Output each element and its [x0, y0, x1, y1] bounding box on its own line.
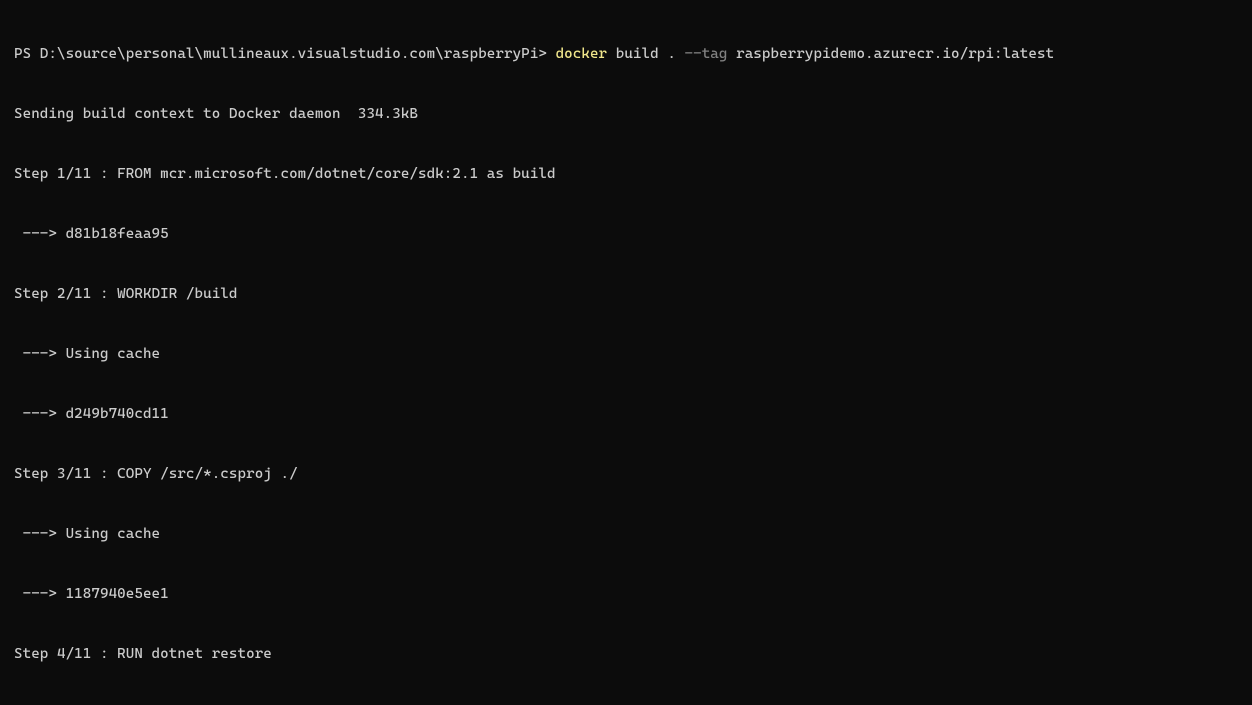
output-line: ---> d249b740cd11: [14, 404, 1252, 424]
cmd-tag-flag: --tag: [685, 46, 728, 62]
cmd-build-args: build .: [607, 46, 684, 62]
output-line: ---> Using cache: [14, 524, 1252, 544]
output-line: ---> Using cache: [14, 344, 1252, 364]
output-line: Step 1/11 : FROM mcr.microsoft.com/dotne…: [14, 164, 1252, 184]
output-line: Sending build context to Docker daemon 3…: [14, 104, 1252, 124]
ps-prompt: PS D:\source\personal\mullineaux.visuals…: [14, 46, 556, 62]
output-line: Step 2/11 : WORKDIR /build: [14, 284, 1252, 304]
output-line: ---> d81b18feaa95: [14, 224, 1252, 244]
output-line: Step 4/11 : RUN dotnet restore: [14, 644, 1252, 664]
cmd-tag-value: raspberrypidemo.azurecr.io/rpi:latest: [728, 46, 1055, 62]
terminal-output[interactable]: PS D:\source\personal\mullineaux.visuals…: [0, 0, 1252, 705]
output-line: Step 3/11 : COPY /src/*.csproj ./: [14, 464, 1252, 484]
prompt-line: PS D:\source\personal\mullineaux.visuals…: [14, 44, 1252, 64]
output-line: ---> 1187940e5ee1: [14, 584, 1252, 604]
cmd-docker: docker: [556, 46, 608, 62]
